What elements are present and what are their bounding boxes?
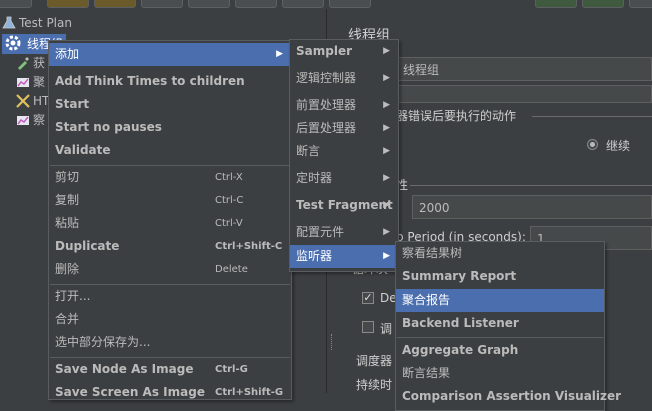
toolbar-button[interactable]: [629, 0, 652, 8]
toolbar-button[interactable]: [47, 0, 89, 8]
context-menu: 添加 ▶ Add Think Times to children Start S…: [48, 40, 292, 400]
chevron-right-icon: ▶: [383, 200, 390, 210]
menu-item-comparison-visualizer[interactable]: Comparison Assertion Visualizer: [396, 385, 621, 408]
scheduler-config-section: 调度器: [356, 354, 393, 368]
chevron-right-icon: ▶: [383, 46, 390, 56]
continue-label: 继续: [606, 139, 631, 153]
menu-item-validate[interactable]: Validate: [49, 139, 291, 162]
menu-item-open[interactable]: 打开...: [49, 285, 291, 308]
tree-item-http[interactable]: HT: [16, 91, 49, 111]
menu-item-summary-report[interactable]: Summary Report: [396, 265, 604, 288]
name-field[interactable]: 线程组: [396, 57, 652, 81]
menu-item-add-think-times[interactable]: Add Think Times to children: [49, 70, 291, 93]
error-action-section: 器错误后要执行的动作: [396, 109, 517, 123]
divider: [532, 116, 652, 117]
chevron-right-icon: ▶: [383, 227, 390, 237]
chevron-right-icon: ▶: [383, 173, 390, 183]
menu-item-duplicate[interactable]: Duplicate Ctrl+Shift-C: [49, 235, 291, 258]
tree-item-extractor[interactable]: 获: [16, 53, 45, 73]
toolbar: [0, 0, 652, 9]
menu-item-config-element[interactable]: 配置元件 ▶: [290, 221, 398, 244]
menu-item-aggregate-report[interactable]: 聚合报告: [396, 289, 604, 312]
chevron-right-icon: ▶: [383, 251, 390, 261]
menu-item-delete[interactable]: 删除 Delete: [49, 258, 291, 281]
toolbar-button[interactable]: [582, 0, 624, 8]
menu-item-backend-listener[interactable]: Backend Listener: [396, 312, 604, 335]
listener-submenu: 察看结果树 Summary Report 聚合报告 Backend Listen…: [395, 241, 621, 411]
threads-field[interactable]: 2000: [412, 195, 652, 219]
scheduler-checkbox[interactable]: [362, 321, 374, 333]
splitter-grip[interactable]: [331, 334, 334, 350]
scheduler-label: 调: [380, 322, 393, 336]
menu-separator: [397, 337, 603, 338]
menu-item-paste[interactable]: 粘贴 Ctrl-V: [49, 212, 291, 235]
chevron-right-icon: ▶: [383, 123, 390, 133]
menu-item-save-node-image[interactable]: Save Node As Image Ctrl-G: [49, 358, 291, 381]
tools-icon: [16, 94, 30, 108]
menu-item-assertion[interactable]: 断言 ▶: [290, 140, 398, 163]
dropper-icon: [16, 56, 30, 70]
menu-item-cut[interactable]: 剪切 Ctrl-X: [49, 166, 291, 189]
toolbar-button[interactable]: [282, 0, 324, 8]
add-submenu: Sampler ▶ 逻辑控制器 ▶ 前置处理器 ▶ 后置处理器 ▶ 断言 ▶ 定时器 ▶ T…: [289, 39, 399, 272]
chevron-right-icon: ▶: [383, 100, 390, 110]
menu-item-pre-processor[interactable]: 前置处理器 ▶: [290, 94, 398, 117]
report-icon: [16, 75, 30, 89]
menu-item-listener[interactable]: 监听器 ▶: [290, 245, 398, 268]
tree-item-test-plan[interactable]: Test Plan: [2, 13, 72, 33]
menu-item-timer[interactable]: 定时器 ▶: [290, 167, 398, 190]
flask-icon: [2, 16, 16, 30]
toolbar-button[interactable]: [94, 0, 136, 8]
chevron-right-icon: ▶: [383, 146, 390, 156]
tree-item-aggregate[interactable]: 聚: [16, 72, 45, 92]
menu-item-sampler[interactable]: Sampler ▶: [290, 40, 398, 63]
toolbar-button[interactable]: [188, 0, 230, 8]
toolbar-button[interactable]: [141, 0, 183, 8]
menu-item-test-fragment[interactable]: Test Fragment ▶: [290, 194, 398, 217]
chevron-right-icon: ▶: [276, 49, 283, 59]
menu-item-view-results-tree[interactable]: 察看结果树: [396, 242, 604, 265]
toolbar-button[interactable]: [235, 0, 277, 8]
menu-item-post-processor[interactable]: 后置处理器 ▶: [290, 117, 398, 140]
tree-item-view-results[interactable]: 察: [16, 110, 45, 130]
divider: [410, 185, 652, 186]
chevron-right-icon: ▶: [383, 73, 390, 83]
continue-radio[interactable]: [587, 139, 598, 150]
menu-item-merge[interactable]: 合并: [49, 308, 291, 331]
delay-checkbox[interactable]: ✓: [362, 292, 374, 304]
menu-item-assertion-results[interactable]: 断言结果: [396, 362, 604, 385]
toolbar-button[interactable]: [329, 0, 371, 8]
menu-item-save-selection[interactable]: 选中部分保存为...: [49, 331, 291, 354]
menu-item-logic-controller[interactable]: 逻辑控制器 ▶: [290, 67, 398, 90]
menu-item-start-no-pauses[interactable]: Start no pauses: [49, 116, 291, 139]
menu-item-add[interactable]: 添加 ▶: [49, 43, 291, 66]
comments-field[interactable]: [396, 85, 652, 103]
report-icon: [16, 113, 30, 127]
gear-icon: [2, 34, 24, 52]
menu-item-copy[interactable]: 复制 Ctrl-C: [49, 189, 291, 212]
menu-item-aggregate-graph[interactable]: Aggregate Graph: [396, 339, 604, 362]
toolbar-button[interactable]: [0, 0, 32, 8]
duration-label: 持续时: [356, 378, 393, 392]
toolbar-button[interactable]: [535, 0, 577, 8]
menu-item-start[interactable]: Start: [49, 93, 291, 116]
